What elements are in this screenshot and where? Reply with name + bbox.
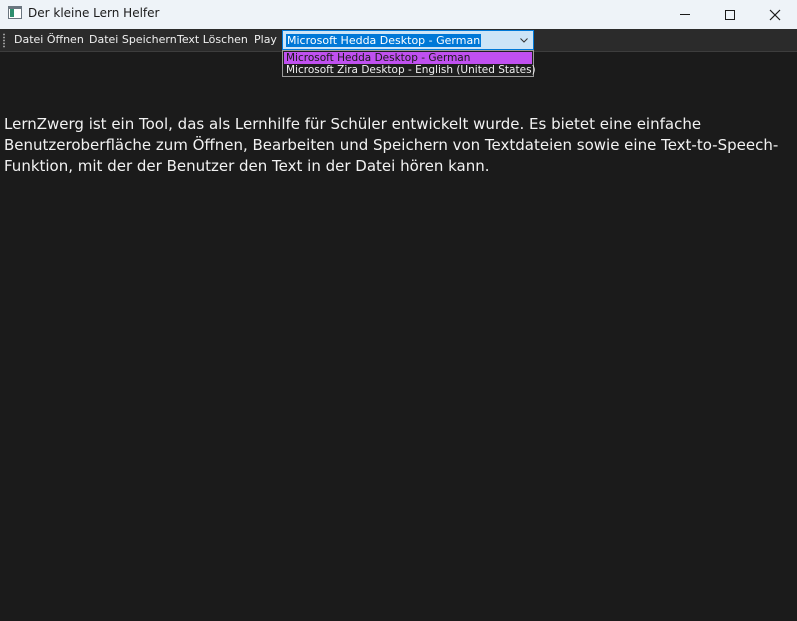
chevron-down-icon (520, 38, 528, 43)
save-file-button[interactable]: Datei Speichern (89, 33, 177, 46)
voice-option[interactable]: Microsoft Hedda Desktop - German (284, 52, 532, 64)
voice-select-value: Microsoft Hedda Desktop - German (286, 34, 482, 47)
app-window-icon (8, 6, 22, 19)
maximize-button[interactable] (707, 0, 753, 29)
close-icon (769, 9, 781, 20)
toolbar-grip[interactable] (3, 33, 5, 48)
app-window: Der kleine Lern Helfer Datei Öffnen Date… (0, 0, 797, 621)
maximize-icon (725, 9, 735, 20)
voice-option[interactable]: Microsoft Zira Desktop - English (United… (284, 64, 536, 76)
title-bar[interactable]: Der kleine Lern Helfer (0, 0, 797, 29)
close-button[interactable] (752, 0, 797, 29)
minimize-icon (680, 14, 690, 15)
voice-select[interactable]: Microsoft Hedda Desktop - German (282, 30, 534, 50)
play-button[interactable]: Play (254, 33, 277, 46)
clear-text-button[interactable]: Text Löschen (177, 33, 248, 46)
minimize-button[interactable] (662, 0, 708, 29)
text-editor[interactable]: LernZwerg ist ein Tool, das als Lernhilf… (4, 114, 789, 177)
window-title: Der kleine Lern Helfer (28, 6, 160, 20)
voice-dropdown-list: Microsoft Hedda Desktop - German Microso… (282, 50, 536, 77)
open-file-button[interactable]: Datei Öffnen (14, 33, 84, 46)
